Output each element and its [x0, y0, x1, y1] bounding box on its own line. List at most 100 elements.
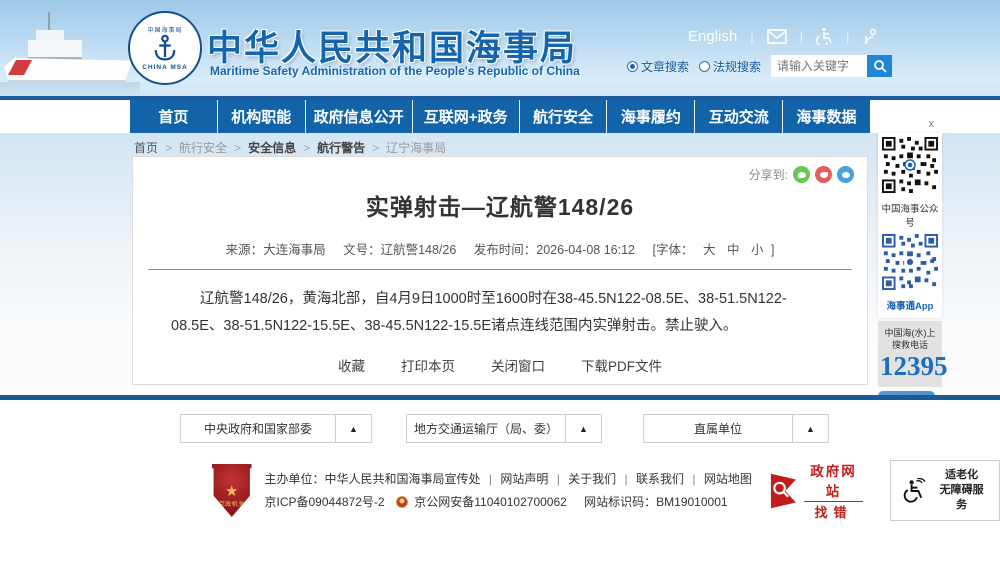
top-links-divider: |	[750, 29, 753, 44]
nav-item-compliance[interactable]: 海事履约	[607, 100, 695, 133]
qr-panel: 中国海事公众号 海事通App	[878, 133, 942, 318]
font-size-label-close: ]	[771, 243, 774, 257]
radio-article-label[interactable]: 文章搜索	[641, 58, 689, 75]
qr-code-app	[882, 234, 938, 290]
rescue-line-2: 搜救电话	[880, 339, 940, 351]
dropdown-label: 地方交通运输厅（局、委）	[407, 415, 565, 442]
error-flag-icon	[769, 471, 798, 511]
radio-law-label[interactable]: 法规搜索	[713, 58, 761, 75]
accessibility-icon[interactable]	[816, 27, 833, 45]
top-links-divider: |	[846, 29, 849, 44]
user-icon[interactable]	[862, 28, 879, 45]
download-pdf-button[interactable]: 下载PDF文件	[581, 355, 662, 375]
logo-ring-text-en: CHINA MSA	[142, 64, 188, 71]
footer-link-contact[interactable]: 联系我们	[636, 472, 684, 486]
font-size-small[interactable]: 小	[751, 243, 764, 257]
logo-ring-text: 中国海事局	[147, 25, 182, 34]
footer-icp[interactable]: 京ICP备09044872号-2	[265, 495, 385, 509]
print-button[interactable]: 打印本页	[401, 355, 455, 375]
nav-item-gov-info[interactable]: 政府信息公开	[306, 100, 413, 133]
anchor-icon	[151, 34, 179, 64]
top-links-divider: |	[800, 29, 803, 44]
nav-item-home[interactable]: 首页	[130, 100, 218, 133]
chevron-up-icon[interactable]: ▲	[792, 415, 828, 442]
rescue-phone-number: 12395	[880, 351, 940, 381]
dropdown-affiliated-units[interactable]: 直属单位 ▲	[643, 414, 829, 443]
share-label: 分享到:	[749, 166, 788, 183]
mail-icon[interactable]	[767, 29, 787, 44]
rescue-phone-box: 中国海(水)上 搜救电话 12395	[878, 321, 942, 387]
radio-law-search[interactable]	[699, 61, 710, 72]
accessibility-text: 适老化 无障碍服务	[935, 468, 988, 513]
footer-separator: |	[557, 472, 560, 486]
breadcrumb-separator: >	[372, 141, 379, 155]
nav-item-internet-gov[interactable]: 互联网+政务	[413, 100, 520, 133]
article-body: 辽航警148/26，黄海北部，自4月9日1000时至1600时在38-45.5N…	[171, 286, 829, 340]
footer-link-sitemap[interactable]: 网站地图	[704, 472, 752, 486]
footer-host: 主办单位：中华人民共和国海事局宣传处	[265, 472, 481, 486]
breadcrumb-nav-warning[interactable]: 航行警告	[317, 139, 365, 156]
widget-close-button[interactable]: x	[878, 118, 942, 133]
nav-item-interaction[interactable]: 互动交流	[695, 100, 783, 133]
chevron-up-icon[interactable]: ▲	[565, 415, 601, 442]
footer: 中央政府和国家部委 ▲ 地方交通运输厅（局、委） ▲ 直属单位 ▲ ★ 党政机关…	[0, 400, 1000, 566]
article-actions: 收藏 打印本页 关闭窗口 下载PDF文件	[133, 355, 867, 375]
search-icon	[873, 59, 887, 73]
error-report-text: 政府网站 找错	[804, 460, 864, 521]
wheelchair-icon	[902, 478, 927, 504]
article-doc-number: 文号：辽航警148/26	[343, 243, 456, 257]
breadcrumb-liaoning-msa[interactable]: 辽宁海事局	[386, 139, 446, 156]
article-card: 分享到: 实弹射击—辽航警148/26 来源：大连海事局 文号：辽航警148/2…	[132, 156, 868, 385]
main-nav: 首页 机构职能 政府信息公开 互联网+政务 航行安全 海事履约 互动交流 海事数…	[130, 100, 870, 133]
accessibility-top: 适老化	[935, 468, 988, 483]
breadcrumb-nav-safety[interactable]: 航行安全	[179, 139, 227, 156]
shield-emblem: ★	[225, 485, 238, 499]
chevron-up-icon[interactable]: ▲	[335, 415, 371, 442]
breadcrumb-home[interactable]: 首页	[134, 139, 158, 156]
nav-item-data[interactable]: 海事数据	[783, 100, 870, 133]
accessibility-bottom: 无障碍服务	[935, 483, 988, 513]
footer-link-about[interactable]: 关于我们	[568, 472, 616, 486]
breadcrumb-separator: >	[165, 141, 172, 155]
breadcrumb: 首页 > 航行安全 > 安全信息 > 航行警告 > 辽宁海事局	[134, 139, 446, 156]
article-publish-time: 发布时间：2026-04-08 16:12	[474, 243, 635, 257]
error-report-bottom: 找错	[804, 501, 864, 521]
footer-separator: |	[625, 472, 628, 486]
share-row: 分享到:	[749, 166, 854, 183]
dropdown-local-transport[interactable]: 地方交通运输厅（局、委） ▲	[406, 414, 602, 443]
font-size-medium[interactable]: 中	[727, 243, 740, 257]
breadcrumb-separator: >	[303, 141, 310, 155]
top-links: English | | |	[688, 27, 879, 45]
nav-item-functions[interactable]: 机构职能	[218, 100, 306, 133]
qr-label-app: 海事通App	[881, 298, 939, 312]
site-header: 中国海事局 CHINA MSA 中华人民共和国海事局 Maritime Safe…	[0, 0, 1000, 100]
english-link[interactable]: English	[688, 28, 737, 45]
close-window-button[interactable]: 关闭窗口	[491, 355, 545, 375]
search-button[interactable]	[867, 55, 892, 77]
error-report-widget[interactable]: 政府网站 找错	[769, 460, 863, 521]
msa-logo[interactable]: 中国海事局 CHINA MSA	[128, 11, 202, 85]
font-size-large[interactable]: 大	[703, 243, 716, 257]
wechat-icon[interactable]	[793, 166, 810, 183]
footer-police-record[interactable]: 京公网安备11040102700062	[414, 495, 567, 509]
footer-link-statement[interactable]: 网站声明	[500, 472, 548, 486]
favorite-button[interactable]: 收藏	[338, 355, 365, 375]
nav-item-nav-safety[interactable]: 航行安全	[520, 100, 608, 133]
shield-label: 党政机关	[219, 499, 245, 508]
error-report-top: 政府网站	[804, 460, 864, 500]
accessibility-service-widget[interactable]: 适老化 无障碍服务	[890, 460, 1000, 521]
site-subtitle: Maritime Safety Administration of the Pe…	[210, 64, 580, 78]
dropdown-central-gov[interactable]: 中央政府和国家部委 ▲	[180, 414, 372, 443]
dropdown-label: 直属单位	[644, 415, 792, 442]
qq-icon[interactable]	[837, 166, 854, 183]
search-input[interactable]	[771, 55, 867, 77]
rescue-line-1: 中国海(水)上	[880, 327, 940, 339]
page: 中国海事局 CHINA MSA 中华人民共和国海事局 Maritime Safe…	[0, 0, 1000, 566]
weibo-icon[interactable]	[815, 166, 832, 183]
article-title: 实弹射击—辽航警148/26	[133, 188, 867, 222]
article-source: 来源：大连海事局	[226, 243, 326, 257]
breadcrumb-safety-info[interactable]: 安全信息	[248, 139, 296, 156]
meta-divider	[148, 269, 852, 270]
gov-shield-icon[interactable]: ★ 党政机关	[212, 464, 252, 517]
radio-article-search[interactable]	[627, 61, 638, 72]
